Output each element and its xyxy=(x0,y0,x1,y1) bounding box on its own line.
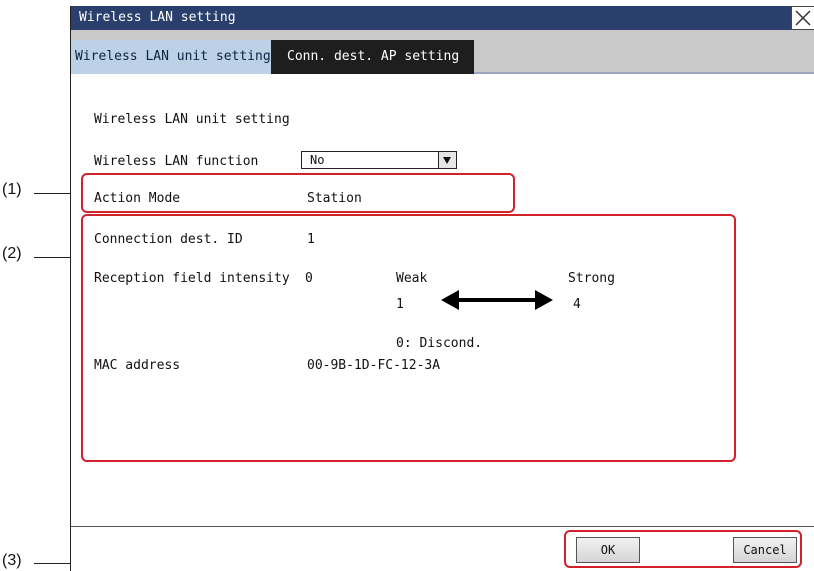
tab-bar: Wireless LAN unit setting Conn. dest. AP… xyxy=(71,30,814,74)
close-button[interactable] xyxy=(791,6,814,30)
callout-box-1 xyxy=(81,173,515,213)
tab-wireless-lan-unit-setting[interactable]: Wireless LAN unit setting xyxy=(71,40,271,74)
footer-divider xyxy=(71,526,814,527)
callout-box-2 xyxy=(81,214,736,462)
section-title: Wireless LAN unit setting xyxy=(94,112,290,127)
tab-conn-dest-ap-setting[interactable]: Conn. dest. AP setting xyxy=(271,40,474,74)
wireless-lan-function-label: Wireless LAN function xyxy=(94,154,259,169)
title-bar: Wireless LAN setting xyxy=(71,6,814,30)
callout-label-3: (3) xyxy=(2,552,22,569)
close-icon xyxy=(795,10,811,26)
callout-label-1: (1) xyxy=(2,181,22,198)
callout-label-2: (2) xyxy=(2,245,22,262)
window-title: Wireless LAN setting xyxy=(79,10,236,25)
wireless-lan-function-select[interactable]: No xyxy=(301,151,457,169)
wireless-lan-function-value: No xyxy=(310,153,325,167)
dropdown-arrow-icon[interactable] xyxy=(438,152,456,168)
callout-box-3 xyxy=(564,530,802,568)
